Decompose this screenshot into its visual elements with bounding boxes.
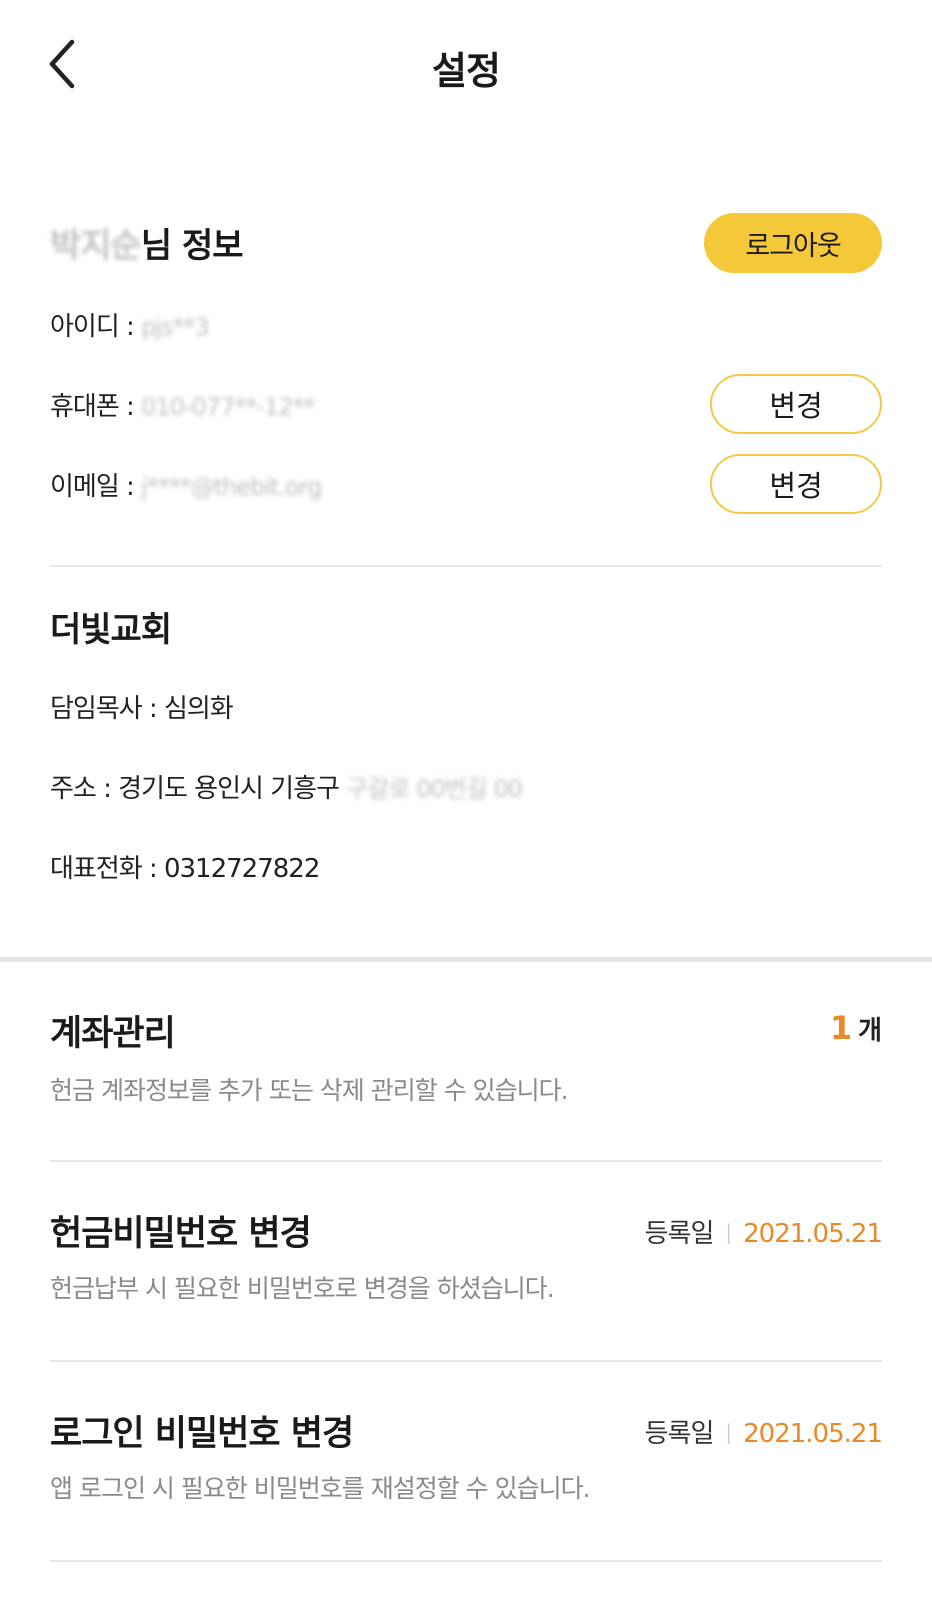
offering-password-section: 헌금비밀번호 변경 등록일 | 2021.05.21 헌금납부 시 필요한 비밀번호… bbox=[50, 1205, 883, 1325]
masked-address: 구갈로 00번길 00 bbox=[346, 775, 523, 803]
divider bbox=[50, 1560, 882, 1562]
church-pastor: 담임목사 : 심의화 bbox=[50, 694, 234, 724]
masked-id: pjs**3 bbox=[141, 313, 210, 341]
divider bbox=[50, 1160, 882, 1162]
login-password-item[interactable]: 로그인 비밀번호 변경 등록일 | 2021.05.21 앱 로그인 시 필요한 비… bbox=[50, 1405, 883, 1600]
offering-password-reg: 등록일 | 2021.05.21 bbox=[644, 1213, 883, 1250]
masked-user-name: 박지순 bbox=[50, 226, 142, 266]
section-divider bbox=[0, 957, 932, 962]
phone-change-button[interactable]: 변경 bbox=[710, 374, 882, 434]
account-count-unit: 개 bbox=[858, 1016, 882, 1046]
masked-phone: 010-077**-12** bbox=[141, 393, 315, 421]
phone-label: 휴대폰 : bbox=[50, 392, 142, 422]
account-count-number: 1 bbox=[829, 1009, 853, 1047]
reg-label: 등록일 bbox=[644, 1219, 715, 1249]
login-password-desc: 앱 로그인 시 필요한 비밀번호를 재설정할 수 있습니다. bbox=[50, 1474, 591, 1503]
reg-date: 2021.05.21 bbox=[743, 1419, 883, 1449]
logout-button[interactable]: 로그아웃 bbox=[704, 213, 882, 273]
header: 설정 bbox=[0, 0, 932, 130]
church-name: 더빛교회 bbox=[50, 610, 172, 650]
login-password-section: 로그인 비밀번호 변경 등록일 | 2021.05.21 앱 로그인 시 필요한 비… bbox=[50, 1405, 883, 1525]
id-row: 아이디 : pjs**3 bbox=[50, 306, 210, 343]
user-info-section: 박지순님 정보 로그아웃 아이디 : pjs**3 휴대폰 : 010-077*… bbox=[50, 200, 882, 540]
user-info-title-suffix: 님 정보 bbox=[140, 226, 244, 266]
account-manage-desc: 헌금 계좌정보를 추가 또는 삭제 관리할 수 있습니다. bbox=[50, 1076, 569, 1105]
email-row: 이메일 : j****@thebit.org bbox=[50, 466, 322, 503]
divider bbox=[50, 1360, 882, 1362]
divider bbox=[50, 565, 882, 567]
account-manage-title: 계좌관리 bbox=[50, 1014, 176, 1054]
offering-password-item[interactable]: 헌금비밀번호 변경 등록일 | 2021.05.21 헌금납부 시 필요한 비밀번호… bbox=[50, 1205, 883, 1401]
reg-date: 2021.05.21 bbox=[743, 1219, 883, 1249]
church-phone: 대표전화 : 0312727822 bbox=[50, 854, 320, 884]
reg-label: 등록일 bbox=[644, 1419, 715, 1449]
separator: | bbox=[725, 1220, 732, 1244]
church-section: 더빛교회 담임목사 : 심의화 주소 : 경기도 용인시 기흥구 구갈로 00번… bbox=[50, 590, 882, 920]
account-manage-item[interactable]: 계좌관리 1개 헌금 계좌정보를 추가 또는 삭제 관리할 수 있습니다. bbox=[50, 1005, 882, 1201]
page-title: 설정 bbox=[432, 49, 501, 93]
login-password-title: 로그인 비밀번호 변경 bbox=[50, 1414, 354, 1454]
login-password-reg: 등록일 | 2021.05.21 bbox=[644, 1413, 883, 1450]
offering-password-desc: 헌금납부 시 필요한 비밀번호로 변경을 하셨습니다. bbox=[50, 1274, 555, 1303]
offering-password-title: 헌금비밀번호 변경 bbox=[50, 1214, 312, 1254]
account-count: 1개 bbox=[830, 1009, 882, 1047]
phone-row: 휴대폰 : 010-077**-12** bbox=[50, 386, 316, 423]
email-change-button[interactable]: 변경 bbox=[710, 454, 882, 514]
masked-email: j****@thebit.org bbox=[141, 473, 322, 501]
church-address-text: 주소 : 경기도 용인시 기흥구 bbox=[50, 774, 347, 804]
church-address: 주소 : 경기도 용인시 기흥구 구갈로 00번길 00 bbox=[50, 768, 523, 805]
user-info-title: 박지순님 정보 bbox=[50, 218, 244, 267]
separator: | bbox=[725, 1420, 732, 1444]
id-label: 아이디 : bbox=[50, 312, 142, 342]
email-label: 이메일 : bbox=[50, 472, 142, 502]
